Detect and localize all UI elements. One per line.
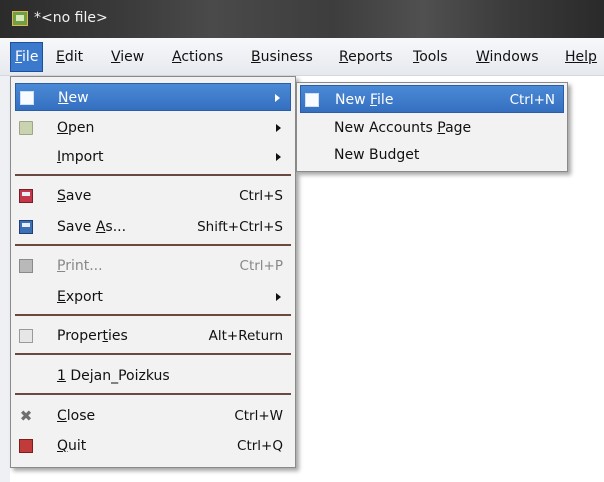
submenu-arrow-icon — [276, 153, 281, 161]
menu-help[interactable]: Help — [565, 49, 597, 65]
menu-item-save-as[interactable]: Save As... Shift+Ctrl+S — [15, 213, 291, 241]
shortcut-label: Alt+Return — [208, 328, 283, 344]
menu-business[interactable]: Business — [251, 49, 313, 65]
quit-icon — [19, 439, 33, 453]
workspace-left-strip — [0, 76, 10, 482]
menu-separator — [15, 393, 291, 395]
shortcut-label: Ctrl+W — [234, 408, 283, 424]
shortcut-label: Ctrl+P — [239, 258, 283, 274]
menu-item-print[interactable]: Print... Ctrl+P — [15, 252, 291, 280]
menu-item-save[interactable]: Save Ctrl+S — [15, 182, 291, 210]
submenu-arrow-icon — [276, 293, 281, 301]
menu-windows[interactable]: Windows — [476, 49, 539, 65]
close-icon: ✖ — [19, 407, 33, 425]
window-titlebar: *<no file> — [0, 0, 604, 38]
menubar: File Edit View Actions Business Reports … — [0, 38, 604, 76]
menu-file[interactable]: File — [10, 42, 44, 72]
menu-item-export[interactable]: Export — [15, 283, 291, 311]
menu-item-new-file[interactable]: New File Ctrl+N — [300, 85, 564, 113]
menu-separator — [15, 314, 291, 316]
menu-item-new[interactable]: New — [15, 83, 291, 111]
shortcut-label: Shift+Ctrl+S — [197, 219, 283, 235]
menu-separator — [15, 353, 291, 355]
shortcut-label: Ctrl+N — [509, 92, 555, 108]
menu-item-close[interactable]: ✖ Close Ctrl+W — [15, 402, 291, 430]
save-as-icon — [19, 220, 33, 234]
menu-item-recent-1[interactable]: 1 Dejan_Poizkus — [15, 362, 291, 390]
properties-icon — [19, 329, 33, 343]
menu-separator — [15, 174, 291, 176]
new-document-icon — [20, 91, 34, 105]
new-file-icon — [305, 93, 319, 107]
shortcut-label: Ctrl+S — [239, 188, 283, 204]
menu-tools[interactable]: Tools — [413, 49, 448, 65]
new-submenu: New File Ctrl+N New Accounts Page New Bu… — [296, 82, 568, 172]
app-icon — [12, 11, 28, 26]
menu-edit[interactable]: Edit — [56, 49, 83, 65]
menu-item-import[interactable]: Import — [15, 143, 291, 171]
file-menu-dropdown: New Open Import Save Ctrl+S Save As... S… — [10, 76, 296, 468]
menu-actions[interactable]: Actions — [172, 49, 223, 65]
window-title: *<no file> — [34, 10, 108, 26]
menu-separator — [15, 244, 291, 246]
menu-item-new-accounts-page[interactable]: New Accounts Page — [300, 114, 564, 142]
menu-item-quit[interactable]: Quit Ctrl+Q — [15, 432, 291, 460]
menu-item-open[interactable]: Open — [15, 114, 291, 142]
menu-item-properties[interactable]: Properties Alt+Return — [15, 322, 291, 350]
submenu-arrow-icon — [275, 94, 280, 102]
printer-icon — [19, 259, 33, 273]
save-icon — [19, 189, 33, 203]
folder-icon — [19, 121, 33, 135]
menu-item-new-budget[interactable]: New Budget — [300, 141, 564, 169]
submenu-arrow-icon — [276, 124, 281, 132]
shortcut-label: Ctrl+Q — [237, 438, 283, 454]
menu-view[interactable]: View — [111, 49, 144, 65]
menu-reports[interactable]: Reports — [339, 49, 393, 65]
